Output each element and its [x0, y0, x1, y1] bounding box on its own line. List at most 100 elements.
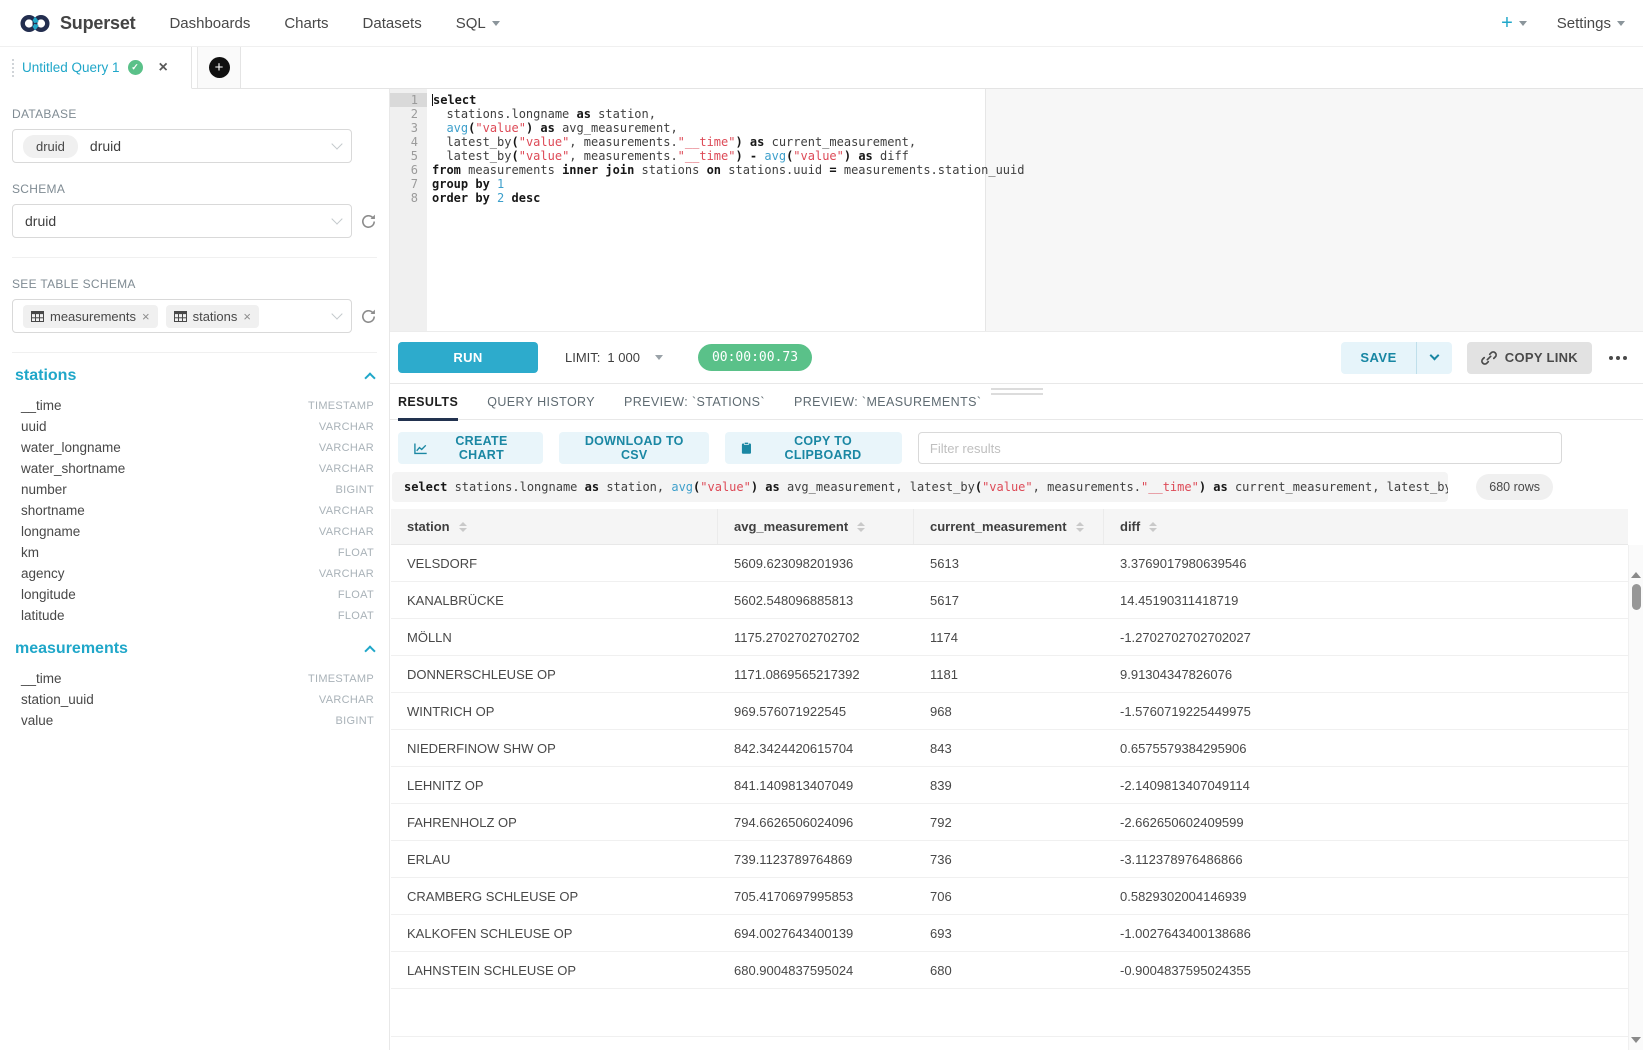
executed-query-preview[interactable]: select stations.longname as station, avg… [392, 472, 1448, 502]
table-row: CRAMBERG SCHLEUSE OP705.4170697995853706… [391, 878, 1628, 915]
database-type-pill: druid [23, 135, 78, 158]
query-tab-bar: Untitled Query 1 ✓ × + [0, 47, 1643, 89]
line-number: 7 [390, 177, 427, 191]
sort-icon[interactable] [1149, 522, 1157, 532]
more-actions-button[interactable] [1607, 352, 1629, 364]
line-number: 3 [390, 121, 427, 135]
line-number: 6 [390, 163, 427, 177]
table-cell: -2.1409813407049114 [1104, 778, 1628, 793]
table-cell: 680 [914, 963, 1104, 978]
table-cell: DONNERSCHLEUSE OP [391, 667, 718, 682]
editor-lines: 1select2 stations.longname as station,3 … [390, 89, 1643, 205]
schema-column-row: water_shortnameVARCHAR [12, 458, 377, 479]
nav-sql[interactable]: SQL [456, 15, 500, 32]
table-cell: 9.91304347826076 [1104, 667, 1628, 682]
new-tab-button[interactable]: + [197, 47, 241, 88]
save-options-button[interactable] [1416, 342, 1452, 374]
tab-preview-measurements[interactable]: PREVIEW: `MEASUREMENTS` [794, 384, 981, 420]
table-icon [174, 311, 187, 322]
line-number: 1 [390, 93, 427, 107]
database-select[interactable]: druid druid [12, 129, 352, 163]
editor-line[interactable]: 6from measurements inner join stations o… [390, 163, 1643, 177]
scrollbar-thumb[interactable] [1632, 584, 1641, 610]
results-scrollbar[interactable] [1628, 545, 1643, 1050]
copy-link-button[interactable]: COPY LINK [1467, 342, 1592, 374]
create-chart-button[interactable]: CREATE CHART [398, 432, 543, 464]
editor-line[interactable]: 4 latest_by("value", measurements."__tim… [390, 135, 1643, 149]
tab-query-history[interactable]: QUERY HISTORY [487, 384, 595, 420]
settings-menu[interactable]: Settings [1557, 15, 1625, 32]
row-count-badge: 680 rows [1476, 474, 1553, 500]
chevron-down-icon [331, 213, 342, 224]
pane-resize-handle[interactable] [991, 388, 1043, 395]
results-column-header[interactable]: diff [1104, 509, 1628, 544]
chevron-down-icon [331, 308, 342, 319]
tab-preview-stations[interactable]: PREVIEW: `STATIONS` [624, 384, 765, 420]
table-section-header[interactable]: measurements [12, 640, 377, 658]
table-row: WINTRICH OP969.576071922545968-1.5760719… [391, 693, 1628, 730]
schema-select[interactable]: druid [12, 204, 352, 238]
editor-line[interactable]: 1select [390, 93, 1643, 107]
results-pane: RESULTS QUERY HISTORY PREVIEW: `STATIONS… [390, 384, 1643, 1050]
main-menu: Dashboards Charts Datasets SQL [135, 15, 499, 32]
nav-dashboards[interactable]: Dashboards [169, 15, 250, 32]
table-cell: 14.45190311418719 [1104, 593, 1628, 608]
results-column-header[interactable]: station [391, 509, 718, 544]
editor-line[interactable]: 3 avg("value") as avg_measurement, [390, 121, 1643, 135]
table-cell: NIEDERFINOW SHW OP [391, 741, 718, 756]
query-tab-title: Untitled Query 1 [22, 60, 120, 75]
table-cell: 736 [914, 852, 1104, 867]
table-cell: FAHRENHOLZ OP [391, 815, 718, 830]
nav-datasets[interactable]: Datasets [363, 15, 422, 32]
download-csv-button[interactable]: DOWNLOAD TO CSV [559, 432, 709, 464]
database-name: druid [90, 138, 121, 154]
editor-line[interactable]: 8order by 2 desc [390, 191, 1643, 205]
tab-results[interactable]: RESULTS [398, 384, 458, 420]
scroll-down-icon[interactable] [1631, 1037, 1641, 1043]
remove-table-icon[interactable]: × [142, 310, 150, 323]
limit-label: LIMIT: [565, 350, 600, 365]
table-cell: ERLAU [391, 852, 718, 867]
table-cell: 5617 [914, 593, 1104, 608]
table-schema-section: stations__timeTIMESTAMPuuidVARCHARwater_… [12, 367, 377, 626]
superset-logo[interactable]: Superset [18, 12, 135, 35]
scroll-up-icon[interactable] [1631, 572, 1641, 578]
close-tab-icon[interactable]: × [159, 60, 168, 76]
limit-dropdown[interactable]: LIMIT: 1 000 [565, 350, 663, 365]
schema-column-row: __timeTIMESTAMP [12, 395, 377, 416]
refresh-tables-icon[interactable] [360, 308, 377, 325]
see-table-schema-label: SEE TABLE SCHEMA [12, 277, 377, 291]
sort-icon[interactable] [459, 522, 467, 532]
sql-editor[interactable]: 1select2 stations.longname as station,3 … [390, 89, 1643, 332]
filter-results-input[interactable] [918, 432, 1562, 464]
table-cell: 5613 [914, 556, 1104, 571]
table-cell: 694.0027643400139 [718, 926, 914, 941]
new-item-button[interactable]: + [1501, 12, 1527, 35]
drag-grip-icon[interactable] [12, 59, 14, 77]
editor-line[interactable]: 7group by 1 [390, 177, 1643, 191]
editor-line[interactable]: 5 latest_by("value", measurements."__tim… [390, 149, 1643, 163]
table-cell: 968 [914, 704, 1104, 719]
results-column-header[interactable]: avg_measurement [718, 509, 914, 544]
table-row: ERLAU739.1123789764869736-3.112378976486… [391, 841, 1628, 878]
superset-logo-icon [18, 12, 52, 35]
table-cell: -0.9004837595024355 [1104, 963, 1628, 978]
refresh-schemas-icon[interactable] [360, 213, 377, 230]
editor-line[interactable]: 2 stations.longname as station, [390, 107, 1643, 121]
sort-icon[interactable] [857, 522, 865, 532]
copy-clipboard-button[interactable]: COPY TO CLIPBOARD [725, 432, 902, 464]
schema-name: druid [25, 213, 56, 229]
table-section-header[interactable]: stations [12, 367, 377, 385]
table-cell: 842.3424420615704 [718, 741, 914, 756]
results-column-header[interactable]: current_measurement [914, 509, 1104, 544]
query-elapsed-timer: 00:00:00.73 [698, 344, 812, 371]
run-query-button[interactable]: RUN [398, 342, 538, 373]
selected-table-pill[interactable]: stations× [166, 305, 259, 328]
save-button[interactable]: SAVE [1341, 342, 1415, 374]
sort-icon[interactable] [1076, 522, 1084, 532]
selected-table-pill[interactable]: measurements× [23, 305, 158, 328]
remove-table-icon[interactable]: × [243, 310, 251, 323]
tab-untitled-query[interactable]: Untitled Query 1 ✓ × [0, 47, 192, 89]
table-select[interactable]: measurements× stations× [12, 299, 352, 333]
nav-charts[interactable]: Charts [284, 15, 328, 32]
